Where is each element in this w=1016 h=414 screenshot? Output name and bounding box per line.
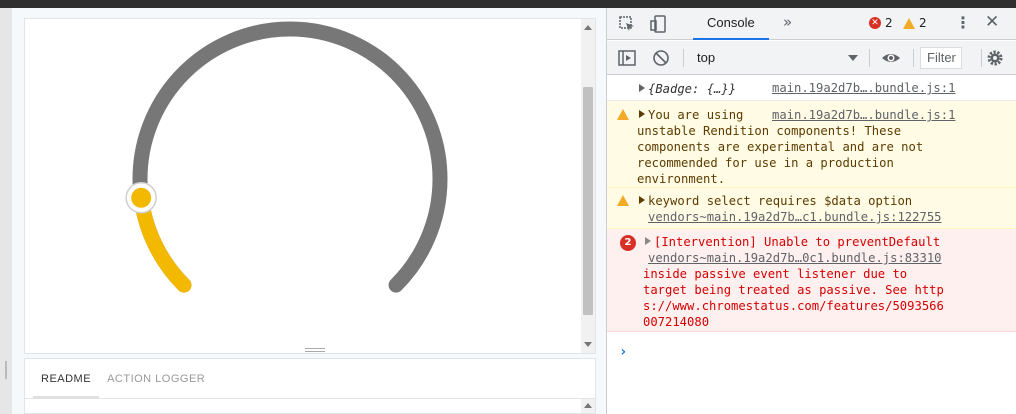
console-message-error[interactable]: 2 [Intervention] Unable to preventDefaul… (607, 229, 1016, 332)
warning-icon (617, 109, 629, 120)
expand-triangle-icon[interactable] (639, 110, 645, 118)
scroll-thumb[interactable] (583, 87, 593, 315)
error-link-text[interactable]: target being treated as passive. See htt… (643, 282, 944, 298)
close-icon[interactable]: ✕ (985, 12, 999, 32)
tab-readme[interactable]: README (33, 359, 100, 399)
error-count: 2 (885, 16, 893, 30)
error-text: [Intervention] Unable to preventDefault (654, 235, 941, 249)
addons-scrollbar[interactable] (581, 399, 595, 413)
story-preview (24, 18, 596, 354)
warning-counter[interactable]: 2 (903, 16, 927, 30)
window-top-bar (0, 0, 1016, 8)
chevron-down-icon[interactable] (848, 55, 858, 61)
source-link[interactable]: main.19a2d7b….bundle.js:1 (772, 80, 955, 96)
slider-track (132, 21, 448, 293)
console-output: {Badge: {…}} main.19a2d7b….bundle.js:1 Y… (607, 76, 1016, 414)
warning-text: keyword select requires $data option (648, 194, 913, 208)
console-toolbar: top Filter (607, 41, 1016, 75)
source-link[interactable]: main.19a2d7b….bundle.js:1 (772, 107, 955, 123)
error-counter[interactable]: ✕ 2 (869, 16, 893, 30)
sidebar-resize-handle[interactable] (0, 8, 12, 414)
inspect-element-icon[interactable] (617, 14, 637, 34)
filter-input[interactable]: Filter (920, 47, 962, 69)
tab-action-logger[interactable]: ACTION LOGGER (99, 359, 213, 399)
scroll-up-icon[interactable] (584, 25, 592, 30)
context-selector[interactable]: top (697, 50, 715, 65)
warning-icon (617, 195, 629, 206)
scroll-down-icon[interactable] (584, 342, 592, 347)
sidebar-toggle-icon[interactable] (617, 48, 637, 68)
source-link[interactable]: vendors~main.19a2d7b…0c1.bundle.js:83310 (648, 250, 942, 266)
expand-triangle-icon[interactable] (639, 196, 645, 204)
error-text: inside passive event listener due to (643, 267, 908, 281)
storybook-panel: README ACTION LOGGER (0, 8, 606, 414)
more-tabs-icon[interactable]: » (783, 13, 792, 31)
more-options-icon[interactable]: ⋮ (955, 13, 971, 32)
console-message-warning[interactable]: keyword select requires $data option ven… (607, 188, 1016, 229)
warning-text: You are using (648, 108, 744, 122)
expand-triangle-icon[interactable] (639, 84, 645, 92)
live-expression-eye-icon[interactable] (881, 48, 901, 68)
addons-panel: README ACTION LOGGER (24, 358, 596, 414)
device-toolbar-icon[interactable] (649, 14, 669, 34)
warning-text: environment. (637, 172, 726, 186)
preview-scrollbar[interactable] (581, 19, 595, 353)
slider-handle-core (131, 187, 152, 208)
warning-icon (903, 17, 915, 29)
devtools-panel: Console » ✕ 2 2 ⋮ ✕ top Filter {Badge: {… (607, 8, 1016, 414)
source-link[interactable]: vendors~main.19a2d7b…c1.bundle.js:122755 (648, 209, 942, 225)
clear-console-icon[interactable] (651, 48, 671, 68)
circular-slider[interactable] (25, 19, 581, 353)
tab-console[interactable]: Console (693, 8, 769, 40)
warning-count: 2 (919, 16, 927, 30)
console-message-log[interactable]: {Badge: {…}} main.19a2d7b….bundle.js:1 (607, 76, 1016, 101)
error-icon: ✕ (869, 17, 881, 29)
error-link-text[interactable]: s://www.chromestatus.com/features/509356… (643, 298, 944, 314)
settings-gear-icon[interactable] (985, 48, 1005, 68)
scroll-up-icon[interactable] (584, 403, 592, 408)
warning-text: recommended for use in a production (637, 156, 894, 170)
expand-triangle-icon[interactable] (645, 237, 651, 245)
devtools-tabbar: Console » ✕ 2 2 ⋮ ✕ (607, 8, 1016, 40)
warning-text: unstable Rendition components! These (637, 124, 902, 138)
console-prompt-icon[interactable]: › (619, 344, 627, 360)
error-link-text[interactable]: 007214080 (643, 314, 709, 330)
warning-text: components are experimental and are not (637, 140, 924, 154)
console-message-warning[interactable]: You are using main.19a2d7b….bundle.js:1 … (607, 101, 1016, 188)
panel-resize-handle[interactable] (305, 348, 325, 354)
error-count-badge: 2 (620, 235, 636, 251)
log-text: {Badge: {…}} (648, 82, 737, 96)
